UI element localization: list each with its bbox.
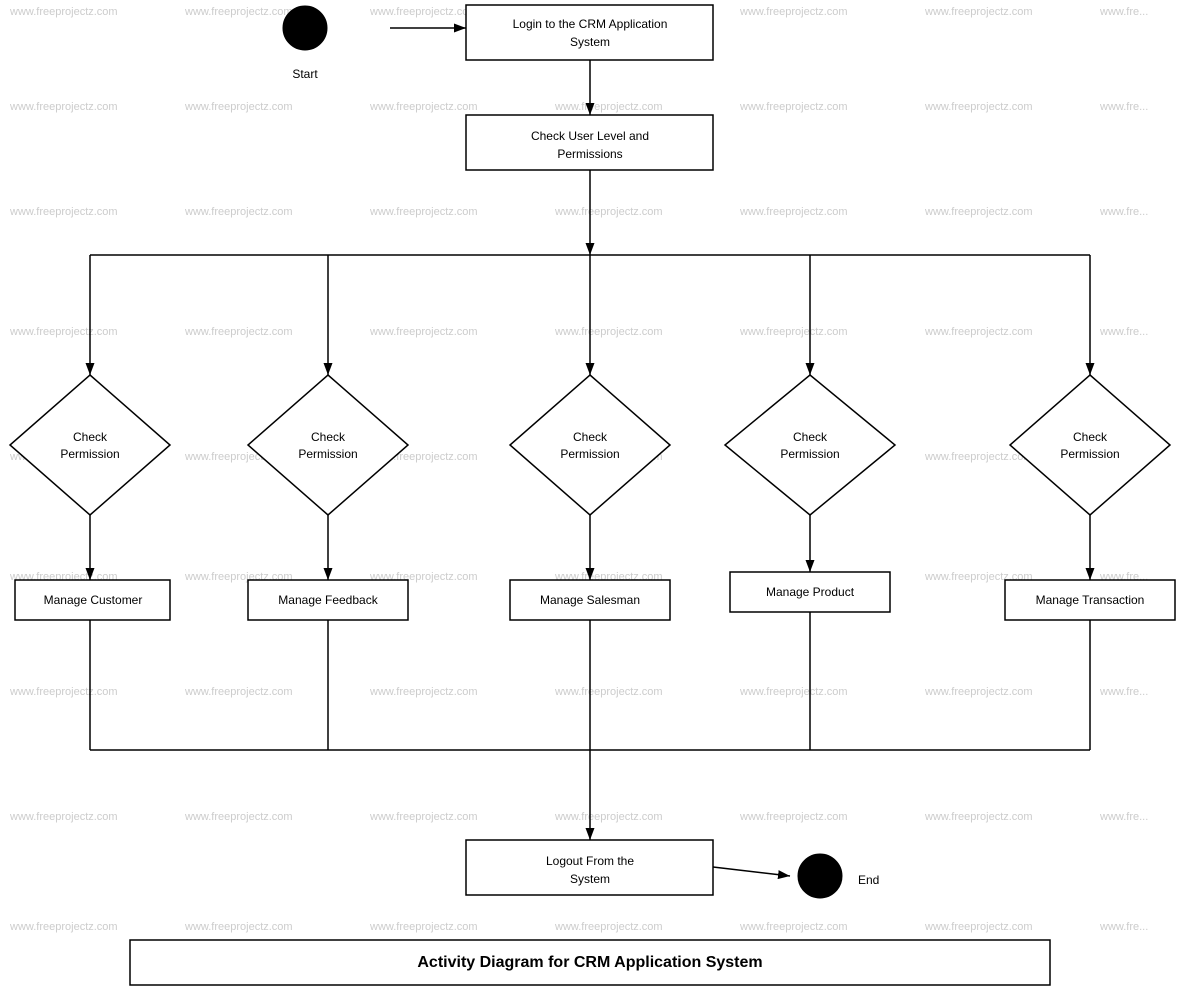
watermark: www.freeprojectz.com xyxy=(924,101,1033,113)
watermark: www.freeprojectz.com xyxy=(369,811,478,823)
watermark: www.freeprojectz.com xyxy=(369,206,478,218)
watermark: www.freeprojectz.com xyxy=(739,101,848,113)
watermark: www.freeprojectz.com xyxy=(369,686,478,698)
watermark: www.freeprojectz.com xyxy=(184,6,293,18)
watermark: www.freeprojectz.com xyxy=(9,101,118,113)
watermark: www.freeprojectz.com xyxy=(924,6,1033,18)
watermark: www.freeprojectz.com xyxy=(739,206,848,218)
watermark: www.freeprojectz.com xyxy=(924,811,1033,823)
diagram-title: Activity Diagram for CRM Application Sys… xyxy=(417,954,762,971)
watermark: www.freeprojectz.com xyxy=(554,686,663,698)
start-label: Start xyxy=(292,67,318,81)
watermark: www.freeprojectz.com xyxy=(9,686,118,698)
end-label: End xyxy=(858,873,879,887)
login-text: Login to the CRM Application xyxy=(513,17,668,31)
watermark: www.freeprojectz.com xyxy=(739,921,848,933)
watermark: www.freeprojectz.com xyxy=(739,686,848,698)
watermark: www.freeprojectz.com xyxy=(924,686,1033,698)
manage-transaction-text: Manage Transaction xyxy=(1036,593,1145,607)
check-perm2-text2: Permission xyxy=(298,447,357,461)
check-perm4-text2: Permission xyxy=(780,447,839,461)
watermark: www.freeprojectz.com xyxy=(554,811,663,823)
watermark: www.freeprojectz.com xyxy=(554,326,663,338)
check-perm5-text2: Permission xyxy=(1060,447,1119,461)
watermark: www.freeprojectz.com xyxy=(184,326,293,338)
watermark: www.freeprojectz.com xyxy=(924,921,1033,933)
watermark: www.fre... xyxy=(1099,811,1148,823)
check-perm1-text1: Check xyxy=(73,430,108,444)
watermark: www.freeprojectz.com xyxy=(369,6,478,18)
watermark: www.freeprojectz.com xyxy=(554,921,663,933)
watermark: www.freeprojectz.com xyxy=(184,811,293,823)
end-circle xyxy=(798,854,842,898)
watermark: www.fre... xyxy=(1099,921,1148,933)
watermark: www.freeprojectz.com xyxy=(9,6,118,18)
watermark: www.freeprojectz.com xyxy=(924,326,1033,338)
watermark: www.freeprojectz.com xyxy=(924,206,1033,218)
watermark: www.freeprojectz.com xyxy=(554,206,663,218)
watermark: www.freeprojectz.com xyxy=(9,811,118,823)
watermark: www.fre... xyxy=(1099,206,1148,218)
check-user-text1: Check User Level and xyxy=(531,129,649,143)
watermark: www.fre... xyxy=(1099,686,1148,698)
watermark: www.freeprojectz.com xyxy=(554,101,663,113)
activity-diagram: www.freeprojectz.com www.freeprojectz.co… xyxy=(0,0,1179,994)
watermark: www.freeprojectz.com xyxy=(369,101,478,113)
manage-customer-text: Manage Customer xyxy=(44,593,143,607)
watermark: www.freeprojectz.com xyxy=(9,921,118,933)
watermark: www.freeprojectz.com xyxy=(739,326,848,338)
watermark: www.freeprojectz.com xyxy=(184,686,293,698)
manage-product-text: Manage Product xyxy=(766,585,855,599)
watermark: www.freeprojectz.com xyxy=(184,101,293,113)
watermark: www.freeprojectz.com xyxy=(369,921,478,933)
manage-feedback-text: Manage Feedback xyxy=(278,593,378,607)
check-perm3-text2: Permission xyxy=(560,447,619,461)
login-node xyxy=(466,5,713,60)
check-perm2-node xyxy=(248,375,408,515)
watermark: www.freeprojectz.com xyxy=(184,921,293,933)
watermark: www.fre... xyxy=(1099,101,1148,113)
logout-text1: Logout From the xyxy=(546,854,634,868)
manage-salesman-text: Manage Salesman xyxy=(540,593,640,607)
watermark: www.freeprojectz.com xyxy=(739,811,848,823)
start-circle xyxy=(283,6,327,50)
check-perm5-node xyxy=(1010,375,1170,515)
watermark: www.freeprojectz.com xyxy=(9,206,118,218)
watermark: www.fre... xyxy=(1099,326,1148,338)
check-perm1-text2: Permission xyxy=(60,447,119,461)
check-perm5-text1: Check xyxy=(1073,430,1108,444)
watermark: www.freeprojectz.com xyxy=(924,451,1033,463)
check-perm3-node xyxy=(510,375,670,515)
diagram-container: www.freeprojectz.com www.freeprojectz.co… xyxy=(0,0,1179,994)
check-perm3-text1: Check xyxy=(573,430,608,444)
check-perm1-node xyxy=(10,375,170,515)
watermark: www.freeprojectz.com xyxy=(184,206,293,218)
check-perm4-node xyxy=(725,375,895,515)
check-user-text2: Permissions xyxy=(557,147,622,161)
watermark: www.freeprojectz.com xyxy=(369,326,478,338)
login-text2: System xyxy=(570,35,610,49)
logout-text2: System xyxy=(570,872,610,886)
watermark: www.freeprojectz.com xyxy=(739,6,848,18)
watermark: www.fre... xyxy=(1099,6,1148,18)
watermark: www.freeprojectz.com xyxy=(9,326,118,338)
arrow-logout-end xyxy=(713,867,790,876)
check-perm4-text1: Check xyxy=(793,430,828,444)
check-perm2-text1: Check xyxy=(311,430,346,444)
